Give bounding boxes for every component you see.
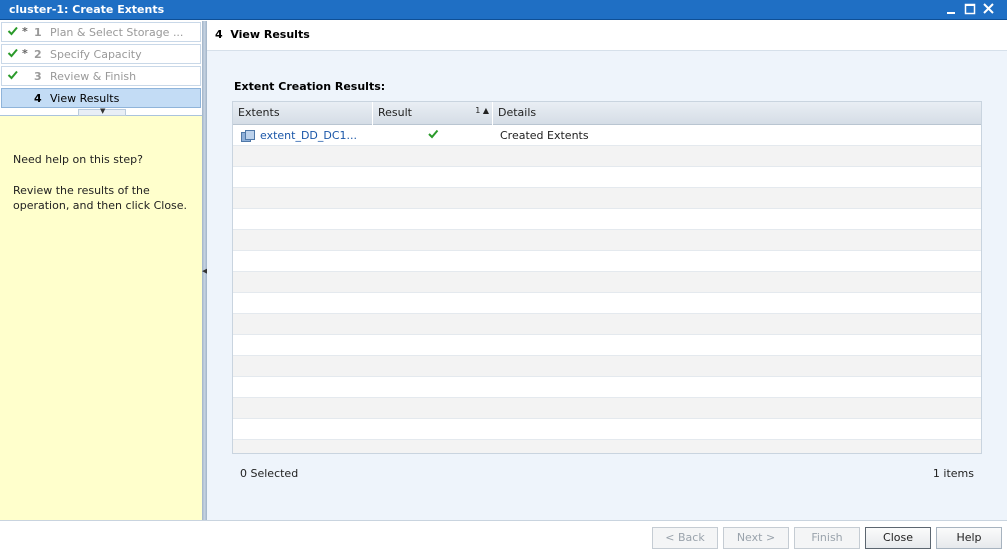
extent-link[interactable]: extent_DD_DC1... <box>260 129 357 142</box>
results-table: Extents Result 1 ▲ Details extent_DD_DC1… <box>232 101 982 454</box>
required-marker: * <box>22 25 28 38</box>
check-icon <box>7 25 19 37</box>
required-marker: * <box>22 47 28 60</box>
column-header-details[interactable]: Details <box>493 102 981 125</box>
step-number: 1 <box>34 26 42 39</box>
step-number: 2 <box>34 48 42 61</box>
row-details: Created Extents <box>500 129 589 142</box>
wizard-sidebar: * 1 Plan & Select Storage ... * 2 Specif… <box>0 21 202 520</box>
empty-row <box>233 167 981 188</box>
empty-row <box>233 314 981 335</box>
next-button[interactable]: Next > <box>723 527 789 549</box>
empty-row <box>233 356 981 377</box>
help-text: Review the results of the operation, and… <box>13 184 188 212</box>
close-icon[interactable] <box>981 2 997 17</box>
empty-row <box>233 146 981 167</box>
back-button[interactable]: < Back <box>652 527 718 549</box>
empty-row <box>233 209 981 230</box>
step-number: 3 <box>34 70 42 83</box>
main-panel: 4 View Results Extent Creation Results: … <box>207 21 1007 520</box>
minimize-icon[interactable] <box>944 2 960 17</box>
step-label: Plan & Select Storage ... <box>50 26 184 39</box>
step-header: 4 View Results <box>207 21 1007 51</box>
window-titlebar: cluster-1: Create Extents <box>0 0 1007 20</box>
help-button[interactable]: Help <box>936 527 1002 549</box>
empty-row <box>233 377 981 398</box>
success-check-icon <box>427 128 439 143</box>
step-label: View Results <box>50 92 120 105</box>
wizard-step-view-results[interactable]: 4 View Results <box>1 88 201 108</box>
empty-row <box>233 419 981 440</box>
wizard-step-plan-select-storage[interactable]: * 1 Plan & Select Storage ... <box>1 22 201 42</box>
column-header-result[interactable]: Result 1 ▲ <box>373 102 493 125</box>
extent-icon <box>241 130 255 142</box>
check-icon <box>7 69 19 81</box>
empty-row <box>233 251 981 272</box>
resize-grip[interactable]: ▼ <box>78 107 126 116</box>
wizard-step-specify-capacity[interactable]: * 2 Specify Capacity <box>1 44 201 64</box>
table-row[interactable]: extent_DD_DC1... Created Extents <box>233 125 981 146</box>
table-header: Extents Result 1 ▲ Details <box>233 102 981 125</box>
help-panel: Need help on this step? Review the resul… <box>13 152 198 229</box>
chevron-down-icon: ▼ <box>100 107 106 115</box>
empty-row <box>233 188 981 209</box>
finish-button[interactable]: Finish <box>794 527 860 549</box>
help-question: Need help on this step? <box>13 153 143 166</box>
sort-ascending-icon: 1 ▲ <box>475 106 489 115</box>
check-icon <box>7 47 19 59</box>
button-bar: < Back Next > Finish Close Help <box>0 520 1007 557</box>
column-header-extents[interactable]: Extents <box>233 102 373 125</box>
empty-row <box>233 272 981 293</box>
empty-row <box>233 398 981 419</box>
wizard-steps: * 1 Plan & Select Storage ... * 2 Specif… <box>0 21 202 116</box>
step-label: Specify Capacity <box>50 48 142 61</box>
maximize-icon[interactable] <box>962 2 978 17</box>
empty-row <box>233 440 981 453</box>
empty-row <box>233 293 981 314</box>
wizard-step-review-finish[interactable]: 3 Review & Finish <box>1 66 201 86</box>
empty-row <box>233 230 981 251</box>
page-title: 4 View Results <box>215 28 310 41</box>
close-button[interactable]: Close <box>865 527 931 549</box>
step-label: Review & Finish <box>50 70 137 83</box>
item-count: 1 items <box>932 467 974 480</box>
empty-row <box>233 335 981 356</box>
section-title: Extent Creation Results: <box>234 80 386 93</box>
step-number: 4 <box>34 92 42 105</box>
window-title: cluster-1: Create Extents <box>9 3 165 16</box>
selection-count: 0 Selected <box>240 467 299 480</box>
